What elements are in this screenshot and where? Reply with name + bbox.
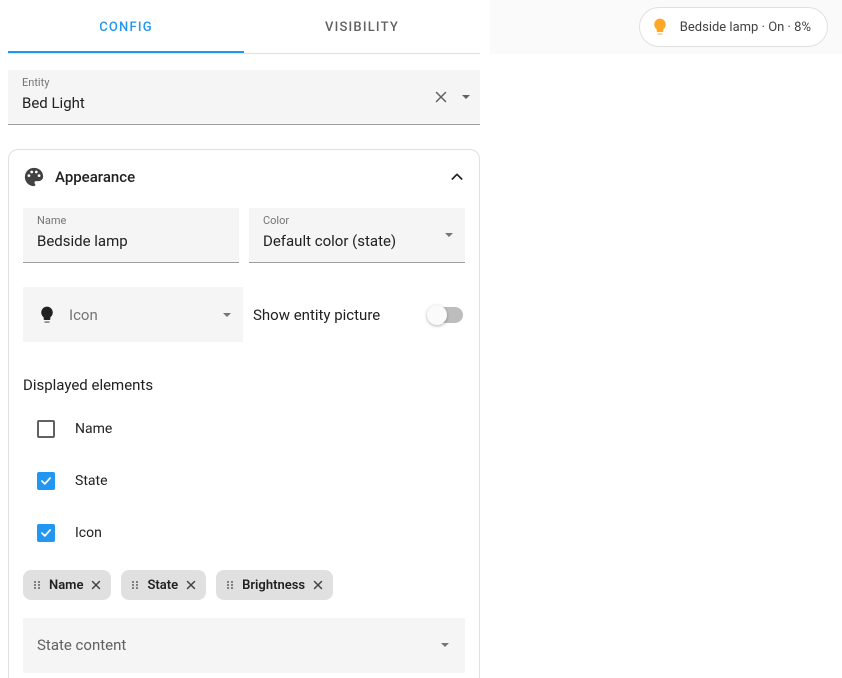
drag-handle-icon[interactable]: [224, 579, 236, 591]
appearance-header[interactable]: Appearance: [23, 166, 465, 188]
entity-value: Bed Light: [22, 94, 432, 112]
name-value: Bedside lamp: [37, 232, 229, 250]
clear-icon[interactable]: [432, 88, 450, 106]
show-entity-picture-toggle[interactable]: [429, 307, 463, 323]
preview-text: Bedside lamp · On · 8%: [680, 20, 811, 35]
check-state-label: State: [75, 473, 108, 489]
bulb-icon: [37, 305, 57, 325]
color-value: Default color (state): [263, 232, 443, 250]
check-name[interactable]: Name: [23, 414, 465, 444]
entity-label: Entity: [22, 76, 49, 89]
name-field[interactable]: Name Bedside lamp: [23, 208, 239, 263]
chip-state-label: State: [147, 578, 178, 593]
palette-icon: [23, 166, 45, 188]
chevron-down-icon[interactable]: [460, 91, 472, 103]
chip-brightness-label: Brightness: [242, 578, 305, 593]
chevron-down-icon: [439, 639, 451, 651]
preview-badge[interactable]: Bedside lamp · On · 8%: [639, 7, 828, 47]
state-content-placeholder: State content: [37, 636, 126, 654]
checkbox-name[interactable]: [37, 420, 55, 438]
chip-state[interactable]: State: [121, 570, 206, 600]
close-icon[interactable]: [311, 578, 325, 592]
close-icon[interactable]: [184, 578, 198, 592]
bulb-icon: [650, 17, 670, 37]
checkbox-state[interactable]: [37, 472, 55, 490]
state-chips: Name State: [23, 570, 465, 600]
tab-config[interactable]: Config: [8, 4, 244, 53]
drag-handle-icon[interactable]: [129, 579, 141, 591]
tabs: Config Visibility: [8, 4, 480, 54]
displayed-elements-heading: Displayed elements: [23, 376, 465, 394]
appearance-title: Appearance: [55, 168, 135, 186]
chip-name-label: Name: [49, 578, 83, 593]
check-icon[interactable]: Icon: [23, 518, 465, 548]
chevron-down-icon: [221, 309, 233, 321]
name-label: Name: [37, 214, 66, 227]
chevron-up-icon: [449, 169, 465, 185]
close-icon[interactable]: [89, 578, 103, 592]
state-content-field[interactable]: State content: [23, 618, 465, 673]
drag-handle-icon[interactable]: [31, 579, 43, 591]
appearance-section: Appearance Name Bedside lamp Color Defau…: [8, 149, 480, 678]
color-label: Color: [263, 214, 289, 227]
checkbox-icon[interactable]: [37, 524, 55, 542]
check-icon-label: Icon: [75, 525, 102, 541]
color-field[interactable]: Color Default color (state): [249, 208, 465, 263]
check-state[interactable]: State: [23, 466, 465, 496]
tab-visibility[interactable]: Visibility: [244, 4, 480, 53]
check-name-label: Name: [75, 421, 112, 437]
entity-field[interactable]: Entity Bed Light: [8, 70, 480, 125]
chip-name[interactable]: Name: [23, 570, 111, 600]
chevron-down-icon: [443, 229, 455, 241]
show-entity-picture-label: Show entity picture: [253, 306, 380, 324]
icon-field[interactable]: Icon: [23, 287, 243, 342]
icon-placeholder: Icon: [69, 306, 209, 324]
chip-brightness[interactable]: Brightness: [216, 570, 333, 600]
